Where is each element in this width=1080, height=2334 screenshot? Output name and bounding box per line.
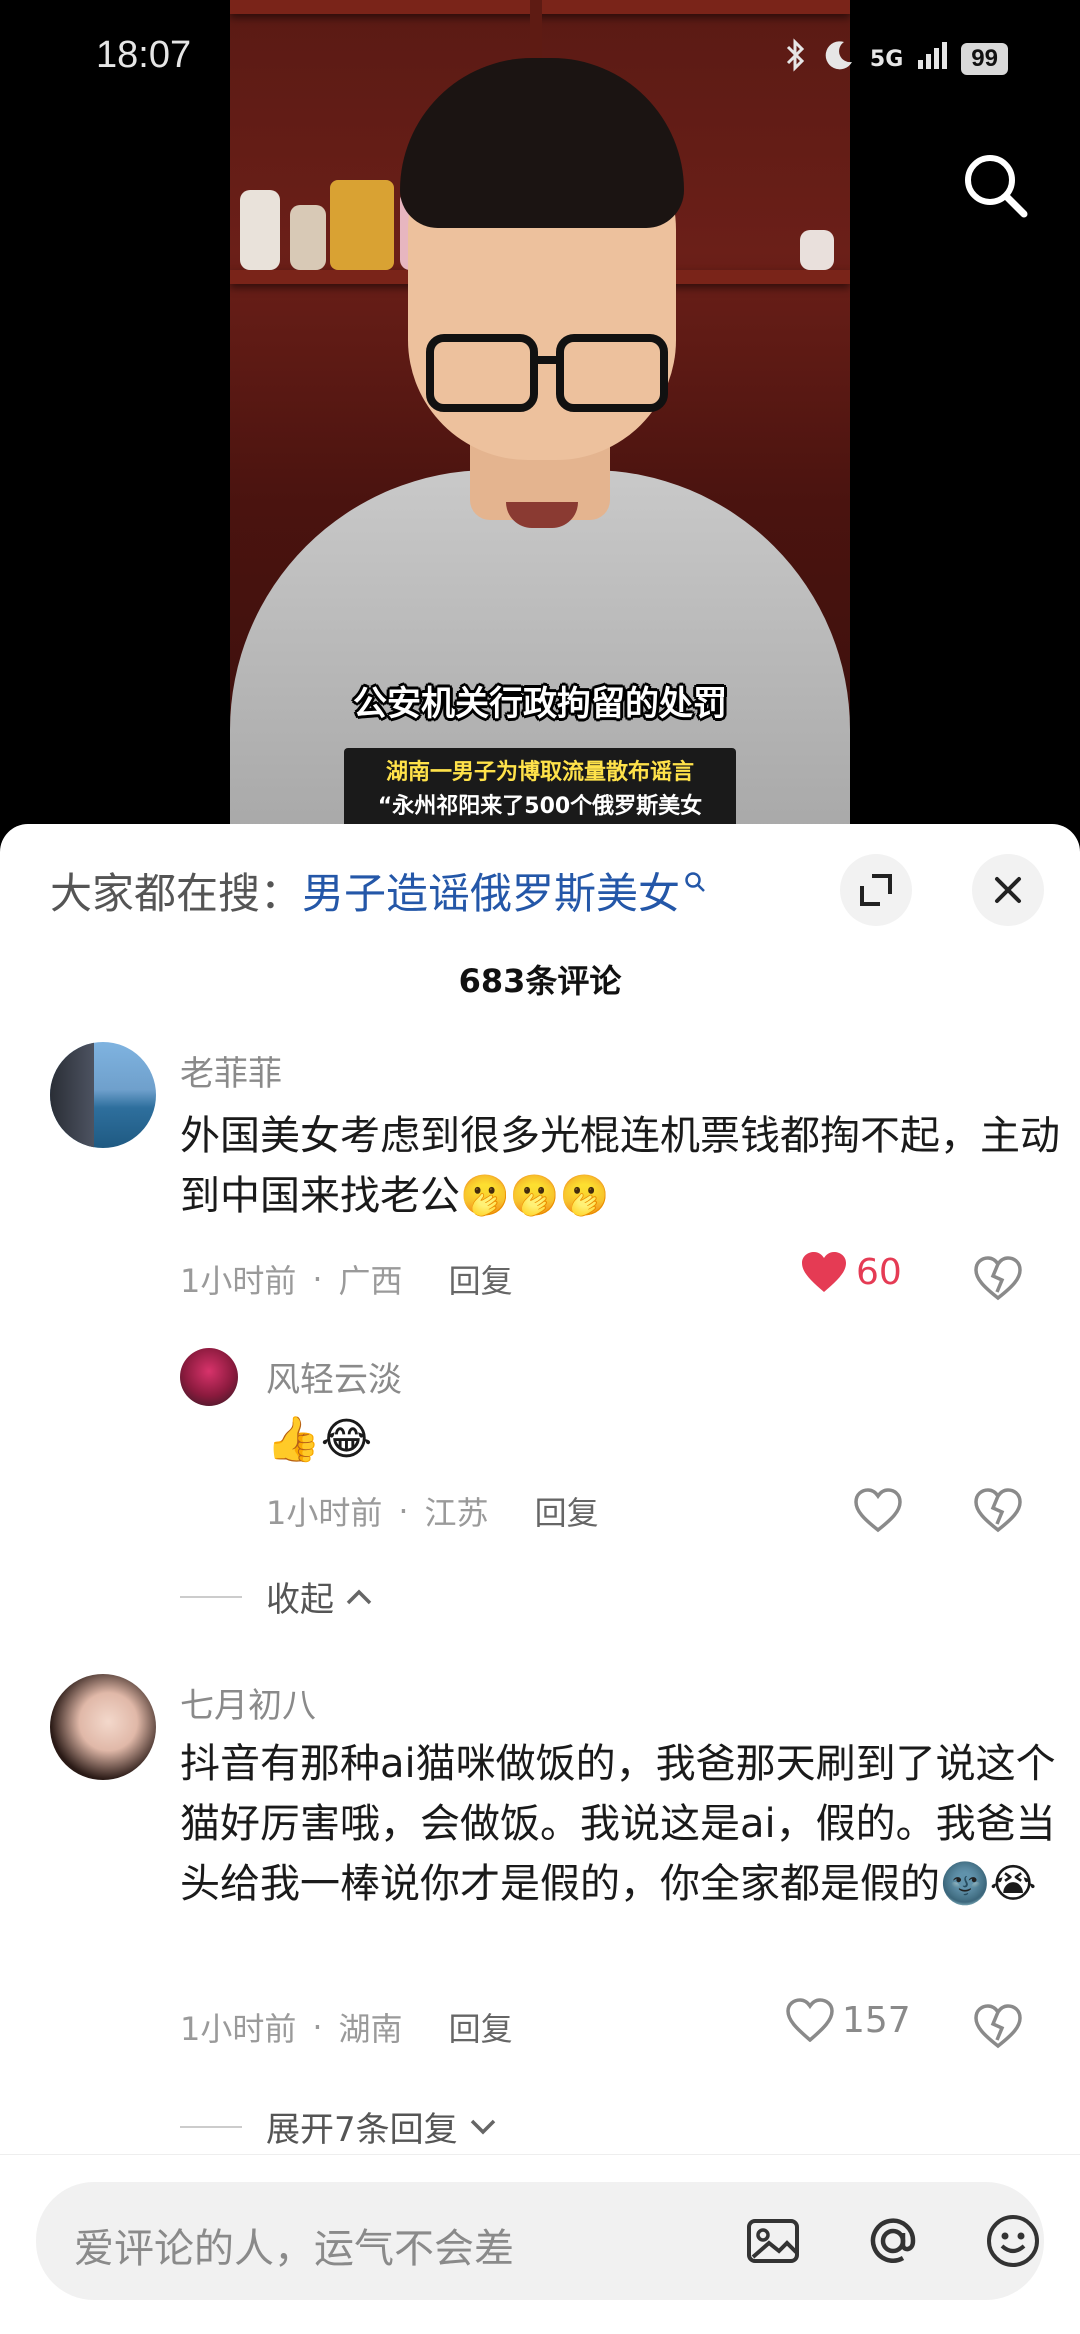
like-count: 60 [856, 1251, 902, 1293]
status-time: 18:07 [96, 34, 192, 76]
comment-username[interactable]: 老菲菲 [180, 1046, 282, 1095]
network-type: 5G [869, 46, 904, 72]
decor-figure [330, 180, 394, 270]
glasses-bridge [536, 356, 560, 364]
dislike-icon[interactable] [972, 1484, 1024, 1536]
dislike-icon[interactable] [972, 2000, 1024, 2052]
expand-icon [860, 874, 892, 906]
reply-time: 1小时前 [266, 1494, 383, 1532]
status-icons: 5G 99 [784, 38, 1008, 80]
hot-search-label: 大家都在搜： [50, 869, 303, 918]
reply-button[interactable]: 回复 [535, 1488, 599, 1534]
decor-jar [800, 230, 834, 270]
chevron-up-icon [346, 1589, 372, 1604]
comment-text: 抖音有那种ai猫咪做饭的，我爸那天刷到了说这个猫好厉害哦，会做饭。我说这是ai，… [180, 1741, 1056, 1907]
comment-location: 广西 [338, 1262, 403, 1300]
emoji-icon[interactable] [982, 2210, 1044, 2272]
heart-filled-icon [802, 1252, 846, 1292]
battery-level: 99 [961, 43, 1008, 75]
image-icon[interactable] [742, 2210, 804, 2272]
heart-outline-icon [786, 1998, 834, 2042]
close-button[interactable] [972, 854, 1044, 926]
comment-meta: 1小时前 · 广西 回复 [180, 1256, 513, 1302]
reply-location: 江苏 [424, 1494, 489, 1532]
comment-username[interactable]: 七月初八 [180, 1678, 316, 1727]
comment-time: 1小时前 [180, 1262, 297, 1300]
avatar[interactable] [50, 1042, 156, 1148]
comment-meta: 1小时前 · 湖南 回复 [180, 2004, 513, 2050]
expand-replies-label: 展开7条回复 [266, 2110, 458, 2150]
decor-jar [240, 190, 280, 270]
expand-button[interactable] [840, 854, 912, 926]
bluetooth-icon [784, 38, 808, 80]
comment-count: 683条评论 [458, 962, 622, 1000]
like-button[interactable]: 157 [786, 1998, 911, 2042]
collapse-label: 收起 [266, 1580, 334, 1620]
comment-input-placeholder: 爱评论的人，运气不会差 [74, 2226, 514, 2272]
person-hair [400, 58, 684, 228]
hot-search[interactable]: 大家都在搜：男子造谣俄罗斯美女 [50, 860, 706, 921]
comment-text: 外国美女考虑到很多光棍连机票钱都掏不起，主动到中国来找老公🫢🫢🫢 [180, 1113, 1060, 1219]
divider [180, 1596, 242, 1598]
search-icon [684, 870, 706, 900]
close-icon [995, 877, 1021, 903]
collapse-replies-button[interactable]: 收起 [266, 1572, 374, 1621]
reply-button[interactable]: 回复 [449, 1256, 513, 1302]
chevron-down-icon [470, 2119, 495, 2134]
decor-jar [290, 205, 326, 270]
avatar[interactable] [50, 1674, 156, 1780]
glasses-left [426, 334, 538, 412]
search-icon[interactable] [960, 150, 1030, 220]
heart-outline-icon[interactable] [852, 1484, 904, 1536]
mention-icon[interactable] [862, 2210, 924, 2272]
like-button[interactable]: 60 [800, 1250, 902, 1294]
signal-icon [917, 40, 948, 78]
comment-location: 湖南 [338, 2010, 403, 2048]
news-subline: “永州祁阳来了500个俄罗斯美女 [377, 794, 703, 819]
like-count: 157 [842, 1999, 911, 2041]
reply-text: 👍😂 [266, 1414, 373, 1465]
glasses-right [556, 334, 668, 412]
reply-meta: 1小时前 · 江苏 回复 [266, 1488, 599, 1534]
reply-button[interactable]: 回复 [449, 2004, 513, 2050]
avatar[interactable] [180, 1348, 238, 1406]
news-headline: 湖南一男子为博取流量散布谣言 [385, 760, 694, 785]
divider [0, 2154, 1080, 2155]
expand-replies-button[interactable]: 展开7条回复 [266, 2102, 498, 2151]
hot-search-term[interactable]: 男子造谣俄罗斯美女 [302, 869, 680, 918]
news-banner: 湖南一男子为博取流量散布谣言 “永州祁阳来了500个俄罗斯美女 [344, 748, 736, 834]
video-subtitle: 公安机关行政拘留的处罚 [353, 684, 727, 724]
moon-icon [822, 38, 856, 80]
comment-time: 1小时前 [180, 2010, 297, 2048]
video-player[interactable]: 18:07 5G 99 公安机关行政拘留的处罚 湖南一男子为博取流量散布谣言 “… [0, 0, 1080, 840]
dislike-icon[interactable] [972, 1252, 1024, 1304]
comment-sheet: 大家都在搜：男子造谣俄罗斯美女 683条评论 老菲菲 外国美女考虑到很多光棍连机… [0, 824, 1080, 2334]
divider [180, 2126, 242, 2128]
comment-input[interactable]: 爱评论的人，运气不会差 [36, 2182, 1044, 2300]
reply-username[interactable]: 风轻云淡 [266, 1352, 402, 1401]
